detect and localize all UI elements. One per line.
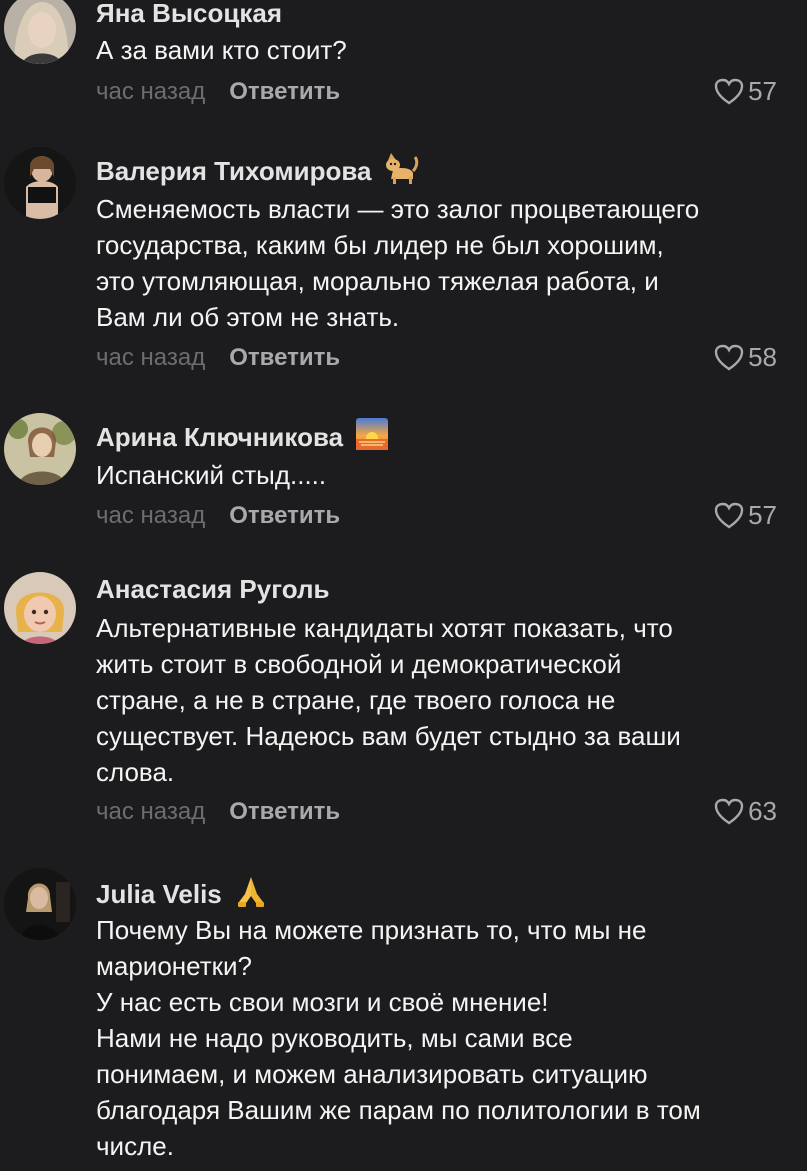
cat-emoji — [383, 151, 419, 192]
avatar[interactable] — [4, 868, 76, 940]
comment-text-line: Сменяемость власти — это залог процветаю… — [96, 194, 700, 224]
comment-text-line: У нас есть свои мозги и своё мнение! — [96, 987, 549, 1017]
reply-button[interactable]: Ответить — [229, 78, 340, 105]
comment-text-line: стране, а не в стране, где твоего голоса… — [96, 685, 616, 715]
like-count: 58 — [748, 342, 777, 372]
reply-button[interactable]: Ответить — [229, 344, 340, 371]
comment-text: Почему Вы на можете признать то, что мы … — [96, 912, 796, 1164]
comment-meta: час назад Ответить — [96, 78, 340, 106]
reply-button[interactable]: Ответить — [229, 798, 340, 825]
comment-text-line: числе. — [96, 1131, 174, 1161]
comment-text-line: существует. Надеюсь вам будет стыдно за … — [96, 721, 681, 751]
comment-author[interactable]: Анастасия Руголь — [96, 574, 329, 605]
like-button[interactable]: 58 — [714, 342, 777, 373]
comment-author-name: Julia Velis — [96, 879, 222, 909]
like-button[interactable]: 57 — [714, 76, 777, 107]
comment-text-line: Вам ли об этом не знать. — [96, 302, 400, 332]
comment-text-line: понимаем, и можем анализировать ситуацию — [96, 1059, 648, 1089]
sunrise-emoji — [355, 417, 389, 458]
comment-text-line: Альтернативные кандидаты хотят показать,… — [96, 613, 673, 643]
comment-author-name: Арина Ключникова — [96, 422, 344, 452]
avatar[interactable] — [4, 147, 76, 219]
like-button[interactable]: 57 — [714, 500, 777, 531]
comment-time: час назад — [96, 502, 206, 529]
comment-text-line: это утомляющая, морально тяжелая работа,… — [96, 266, 659, 296]
comment-text-line: жить стоит в свободной и демократической — [96, 649, 622, 679]
like-count: 57 — [748, 500, 777, 530]
like-count: 63 — [748, 796, 777, 826]
comment-text-line: государства, каким бы лидер не был хорош… — [96, 230, 664, 260]
comment-text-line: А за вами кто стоит? — [96, 35, 347, 65]
comment-text-line: Почему Вы на можете признать то, что мы … — [96, 915, 647, 945]
comment-time: час назад — [96, 344, 206, 371]
comment-author[interactable]: Julia Velis — [96, 874, 268, 915]
comment-author[interactable]: Арина Ключникова — [96, 417, 389, 458]
comment-meta: час назад Ответить — [96, 798, 340, 826]
comment-text: Сменяемость власти — это залог процветаю… — [96, 191, 796, 335]
comment-text: А за вами кто стоит? — [96, 32, 796, 68]
like-count: 57 — [748, 76, 777, 106]
comment-author-name: Валерия Тихомирова — [96, 156, 372, 186]
folded-hands-emoji — [234, 874, 268, 915]
comment-author[interactable]: Валерия Тихомирова — [96, 151, 419, 192]
comment-text-line: марионетки? — [96, 951, 252, 981]
heart-icon — [714, 798, 744, 824]
like-button[interactable]: 63 — [714, 796, 777, 827]
comment-text-line: Испанский стыд..... — [96, 460, 327, 490]
avatar[interactable] — [4, 0, 76, 64]
comment-text: Альтернативные кандидаты хотят показать,… — [96, 610, 796, 790]
avatar[interactable] — [4, 572, 76, 644]
comment-time: час назад — [96, 798, 206, 825]
heart-icon — [714, 78, 744, 104]
comment-text-line: Нами не надо руководить, мы сами все — [96, 1023, 573, 1053]
comment-text-line: благодаря Вашим же парам по политологии … — [96, 1095, 701, 1125]
heart-icon — [714, 344, 744, 370]
comment-author[interactable]: Яна Высоцкая — [96, 0, 282, 29]
avatar[interactable] — [4, 413, 76, 485]
reply-button[interactable]: Ответить — [229, 502, 340, 529]
comment-meta: час назад Ответить — [96, 502, 340, 530]
comment-time: час назад — [96, 78, 206, 105]
comment-text: Испанский стыд..... — [96, 457, 796, 493]
comment-meta: час назад Ответить — [96, 344, 340, 372]
heart-icon — [714, 502, 744, 528]
comment-text-line: слова. — [96, 757, 175, 787]
